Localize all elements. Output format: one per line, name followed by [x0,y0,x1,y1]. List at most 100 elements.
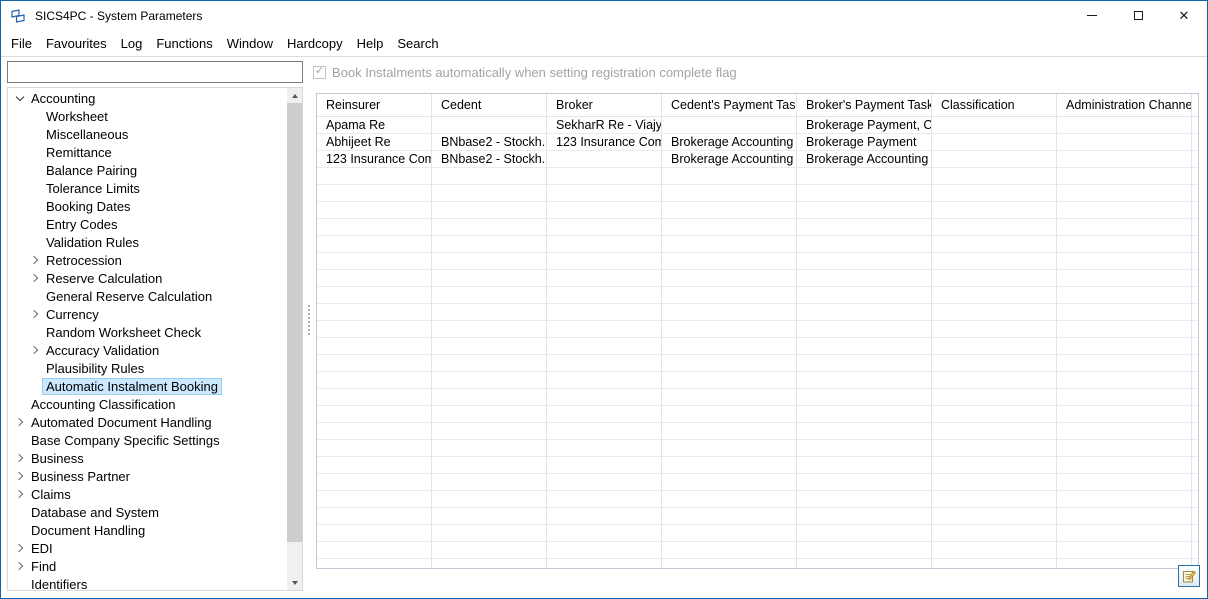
grid-cell[interactable] [432,185,546,202]
grid-cell[interactable] [547,321,661,338]
grid-cell[interactable]: BNbase2 - Stockh... [432,134,546,151]
grid-cell[interactable] [1057,168,1191,185]
grid-cell[interactable] [1057,525,1191,542]
grid-cell[interactable] [547,559,661,568]
grid-cell[interactable] [547,270,661,287]
grid-cell[interactable] [662,406,796,423]
scrollbar-thumb[interactable] [287,103,302,542]
grid-cell[interactable] [432,474,546,491]
grid-cell[interactable] [662,117,796,134]
grid-cell[interactable] [662,559,796,568]
grid-cell[interactable] [317,202,431,219]
grid-cell[interactable] [932,525,1056,542]
grid-cell[interactable] [932,423,1056,440]
grid-cell[interactable] [662,525,796,542]
grid-cell[interactable] [1192,253,1198,270]
tree-item-business[interactable]: Business [8,449,287,467]
grid-cell[interactable]: Brokerage Accounting [662,151,796,168]
grid-cell[interactable] [662,355,796,372]
grid-cell[interactable] [1192,117,1198,134]
grid-cell[interactable] [662,168,796,185]
grid-cell[interactable] [432,304,546,321]
grid-cell[interactable]: SekharR Re - Viajy... [547,117,661,134]
grid-cell[interactable] [432,389,546,406]
grid-cell[interactable] [547,253,661,270]
grid-cell[interactable] [547,440,661,457]
grid-cell[interactable] [317,253,431,270]
grid-cell[interactable] [662,287,796,304]
grid-cell[interactable] [1192,304,1198,321]
grid-cell[interactable] [932,168,1056,185]
grid-cell[interactable] [432,440,546,457]
grid-cell[interactable] [662,440,796,457]
grid-cell[interactable] [932,304,1056,321]
grid-cell[interactable] [932,321,1056,338]
grid-cell[interactable] [1192,423,1198,440]
grid-cell[interactable] [432,542,546,559]
grid-cell[interactable] [432,525,546,542]
tree-item-booking-dates[interactable]: Booking Dates [8,197,287,215]
scroll-down-button[interactable] [287,575,302,590]
grid-cell[interactable] [1057,304,1191,321]
grid-cell[interactable] [1057,389,1191,406]
grid-cell[interactable] [662,423,796,440]
grid-cell[interactable] [797,219,931,236]
grid-cell[interactable] [932,491,1056,508]
tree-item-claims[interactable]: Claims [8,485,287,503]
grid-cell[interactable] [1057,117,1191,134]
grid-cell[interactable] [797,270,931,287]
grid-cell[interactable] [547,372,661,389]
grid-cell[interactable] [662,372,796,389]
column-header-reinsurer[interactable]: Reinsurer [317,94,432,117]
grid-cell[interactable] [932,372,1056,389]
grid-cell[interactable] [432,457,546,474]
grid-cell[interactable] [1192,372,1198,389]
grid-cell[interactable]: Brokerage Payment, Cl... [797,117,931,134]
grid-cell[interactable] [1057,372,1191,389]
grid-cell[interactable] [1057,202,1191,219]
grid-cell[interactable] [1057,457,1191,474]
grid-cell[interactable] [432,168,546,185]
chevron-right-icon[interactable] [27,271,42,285]
tree-item-tolerance-limits[interactable]: Tolerance Limits [8,179,287,197]
grid-cell[interactable] [797,338,931,355]
grid-cell[interactable] [317,372,431,389]
grid-cell[interactable] [547,355,661,372]
grid-cell[interactable] [1057,134,1191,151]
grid-cell[interactable] [932,117,1056,134]
tree-item-validation-rules[interactable]: Validation Rules [8,233,287,251]
grid-cell[interactable] [432,423,546,440]
grid-cell[interactable] [317,440,431,457]
grid-cell[interactable] [317,185,431,202]
grid-cell[interactable] [932,542,1056,559]
grid-cell[interactable] [317,355,431,372]
grid-cell[interactable] [432,253,546,270]
grid-cell[interactable] [662,270,796,287]
grid-cell[interactable] [797,168,931,185]
tree-scrollbar[interactable] [287,88,302,590]
tree-item-find[interactable]: Find [8,557,287,575]
grid-cell[interactable] [932,253,1056,270]
grid-cell[interactable] [1057,236,1191,253]
grid-cell[interactable] [1192,474,1198,491]
grid-cell[interactable] [317,168,431,185]
tree-item-database-and-system[interactable]: Database and System [8,503,287,521]
grid-cell[interactable]: Brokerage Accounting [797,151,931,168]
grid-cell[interactable]: BNbase2 - Stockh... [432,151,546,168]
grid-cell[interactable] [797,185,931,202]
grid-cell[interactable] [932,440,1056,457]
grid-cell[interactable] [797,508,931,525]
grid-cell[interactable] [1192,270,1198,287]
grid-cell[interactable] [1192,236,1198,253]
grid-cell[interactable] [317,270,431,287]
grid-cell[interactable] [432,117,546,134]
grid-cell[interactable] [1192,151,1198,168]
grid-cell[interactable] [932,202,1056,219]
grid-cell[interactable] [547,219,661,236]
grid-cell[interactable] [317,542,431,559]
chevron-right-icon[interactable] [12,415,27,429]
grid-cell[interactable] [932,457,1056,474]
grid-cell[interactable] [932,338,1056,355]
grid-cell[interactable] [432,355,546,372]
grid-cell[interactable] [1057,151,1191,168]
